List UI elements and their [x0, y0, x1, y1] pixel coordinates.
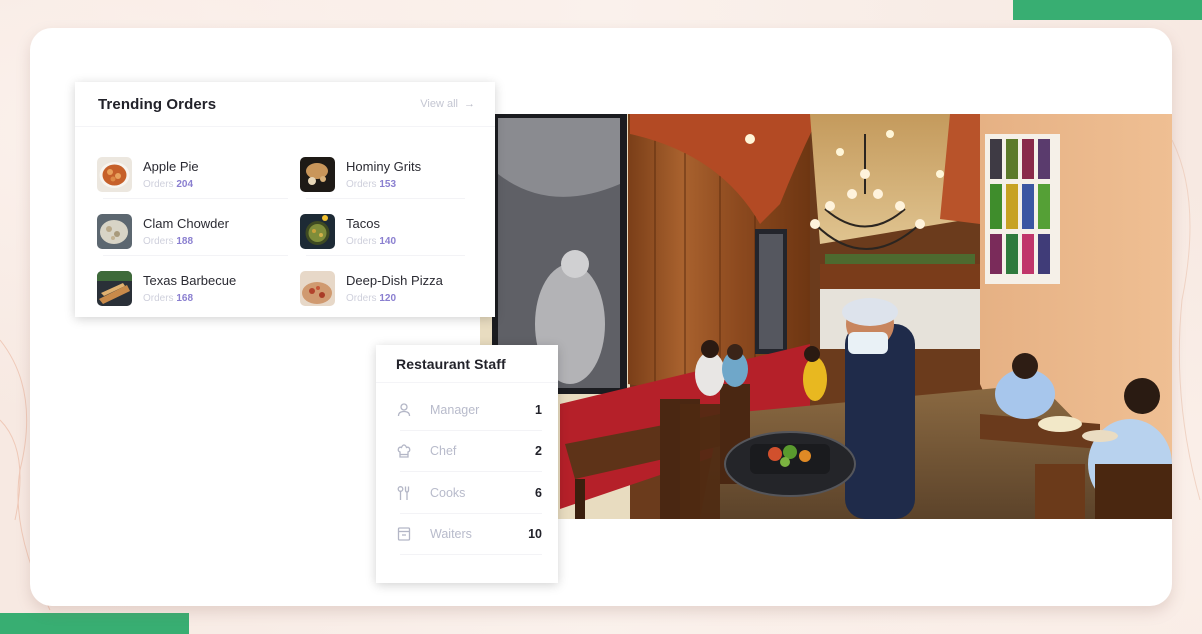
- hominy-grits-photo: [300, 157, 335, 192]
- item-orders: Orders 140: [346, 235, 396, 249]
- orders-count: 168: [176, 292, 194, 304]
- trending-orders-list: Apple Pie Orders 204 Hominy Grits Orders…: [97, 150, 477, 321]
- orders-count: 153: [379, 178, 397, 190]
- trending-order-item[interactable]: Deep-Dish Pizza Orders 120: [300, 264, 477, 321]
- trending-order-item[interactable]: Clam Chowder Orders 188: [97, 207, 300, 264]
- item-orders: Orders 120: [346, 292, 443, 306]
- texas-barbecue-photo: [97, 271, 132, 306]
- orders-count: 204: [176, 178, 194, 190]
- orders-count: 120: [379, 292, 397, 304]
- orders-label: Orders: [143, 235, 174, 247]
- arrow-right-icon: →: [464, 98, 475, 110]
- restaurant-staff-card: Restaurant Staff Manager 1 Chef 2 Cooks …: [376, 345, 558, 583]
- item-name: Apple Pie: [143, 158, 199, 174]
- restaurant-interior-photo: [480, 114, 1172, 519]
- archive-box-icon: [396, 526, 412, 542]
- staff-count: 2: [535, 444, 542, 459]
- view-all-label: View all: [420, 98, 458, 110]
- decorative-green-bar-top: [1013, 0, 1202, 20]
- staff-list: Manager 1 Chef 2 Cooks 6 Waiters 10: [376, 389, 558, 555]
- staff-label: Cooks: [430, 485, 466, 500]
- item-name: Hominy Grits: [346, 158, 422, 174]
- trending-order-item[interactable]: Texas Barbecue Orders 168: [97, 264, 300, 321]
- item-orders: Orders 204: [143, 178, 199, 192]
- orders-label: Orders: [346, 178, 377, 190]
- staff-label: Waiters: [430, 527, 472, 542]
- staff-count: 10: [528, 527, 542, 542]
- item-orders: Orders 153: [346, 178, 421, 192]
- trending-order-item[interactable]: Apple Pie Orders 204: [97, 150, 300, 207]
- staff-row-cooks[interactable]: Cooks 6: [396, 472, 542, 514]
- apple-pie-photo: [97, 157, 132, 192]
- orders-label: Orders: [346, 292, 377, 304]
- orders-label: Orders: [143, 178, 174, 190]
- item-name: Texas Barbecue: [143, 272, 237, 288]
- restaurant-staff-header: Restaurant Staff: [376, 345, 558, 383]
- view-all-link[interactable]: View all →: [420, 98, 475, 110]
- tacos-photo: [300, 214, 335, 249]
- trending-orders-title: Trending Orders: [98, 95, 217, 113]
- user-icon: [396, 402, 412, 418]
- chef-hat-icon: [396, 443, 412, 459]
- staff-count: 1: [535, 402, 542, 417]
- staff-row-manager[interactable]: Manager 1: [396, 389, 542, 431]
- item-name: Deep-Dish Pizza: [346, 272, 443, 288]
- decorative-green-bar-bottom: [0, 613, 189, 634]
- trending-orders-card: Trending Orders View all → Apple Pie Ord…: [75, 82, 495, 317]
- deep-dish-pizza-photo: [300, 271, 335, 306]
- orders-count: 140: [379, 235, 397, 247]
- staff-count: 6: [535, 485, 542, 500]
- item-orders: Orders 168: [143, 292, 236, 306]
- item-orders: Orders 188: [143, 235, 229, 249]
- trending-orders-header: Trending Orders View all →: [75, 82, 495, 127]
- staff-label: Manager: [430, 402, 480, 417]
- restaurant-staff-title: Restaurant Staff: [396, 355, 506, 372]
- staff-label: Chef: [430, 444, 457, 459]
- staff-row-waiters[interactable]: Waiters 10: [396, 514, 542, 556]
- utensils-icon: [396, 485, 412, 501]
- item-name: Tacos: [346, 215, 380, 231]
- trending-order-item[interactable]: Hominy Grits Orders 153: [300, 150, 477, 207]
- trending-order-item[interactable]: Tacos Orders 140: [300, 207, 477, 264]
- orders-label: Orders: [346, 235, 377, 247]
- leaf-outline-decoration: [1172, 139, 1201, 501]
- orders-count: 188: [176, 235, 194, 247]
- item-name: Clam Chowder: [143, 215, 229, 231]
- orders-label: Orders: [143, 292, 174, 304]
- clam-chowder-photo: [97, 214, 132, 249]
- staff-row-chef[interactable]: Chef 2: [396, 431, 542, 473]
